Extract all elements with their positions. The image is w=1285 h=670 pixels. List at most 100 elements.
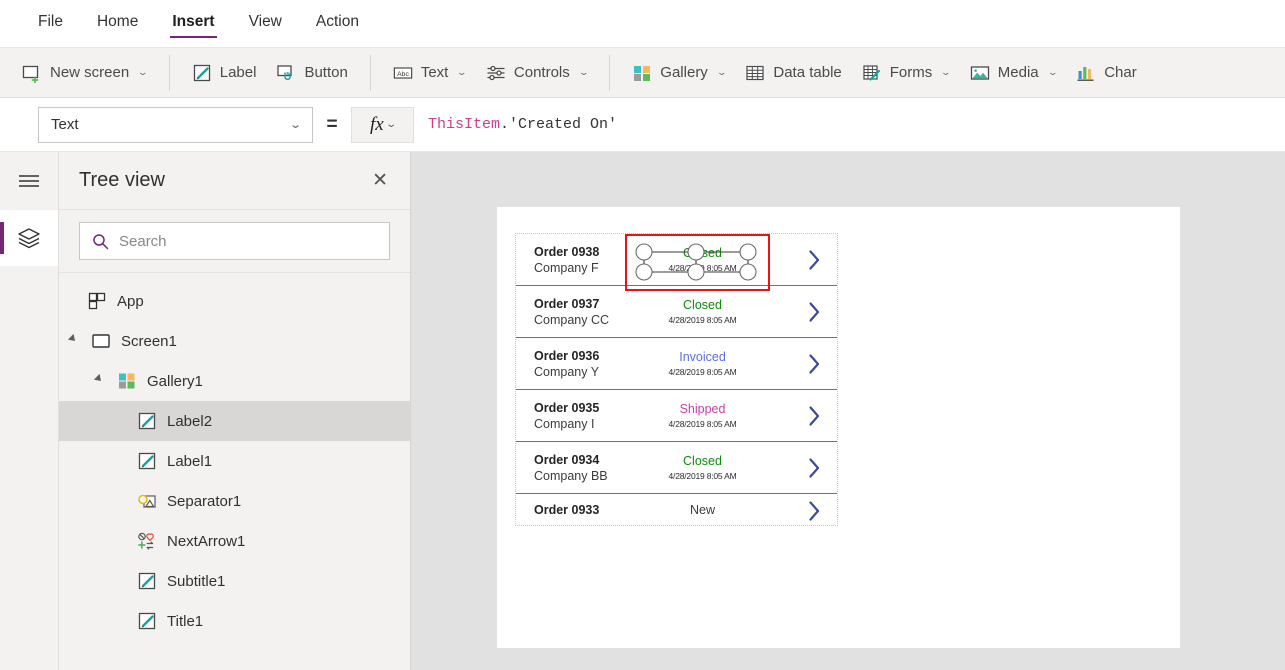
tree-item-subtitle1[interactable]: Subtitle1 [59,561,410,601]
tree-item-separator1[interactable]: Separator1 [59,481,410,521]
gallery-row[interactable]: Order 0938 Company F Closed 4/28/2019 8:… [516,234,837,286]
formula-token-field: .'Created On' [500,116,618,133]
insert-data-table-button[interactable]: Data table [735,58,851,88]
gallery-row-text: Order 0933 [516,500,624,518]
gallery-row-status: Closed 4/28/2019 8:05 AM [624,297,791,327]
menu-item-insert[interactable]: Insert [170,9,217,38]
ribbon-group-inputs: Abc Text ⌄ Controls ⌄ [371,48,609,97]
button-icon [277,64,293,80]
gallery-row-text: Order 0936 Company Y [516,348,624,380]
hamburger-icon [19,175,39,187]
insert-chart-menu[interactable]: Char [1066,58,1147,88]
ribbon-group-data: Gallery ⌄ Data table Forms ⌄ Media ⌄ Cha… [610,48,1158,97]
order-date: 4/28/2019 8:05 AM [668,470,737,481]
gallery-control[interactable]: Order 0938 Company F Closed 4/28/2019 8:… [515,233,838,526]
gallery-row-text: Order 0938 Company F [516,244,624,276]
insert-button-button[interactable]: Button [266,58,357,88]
app-canvas[interactable]: Order 0938 Company F Closed 4/28/2019 8:… [411,152,1285,670]
tree-item-label2[interactable]: Label2 [59,401,410,441]
fx-glyph: fx [369,113,384,135]
insert-label-button[interactable]: Label [182,58,267,88]
tree-item-label1[interactable]: Label1 [59,441,410,481]
media-image-icon [970,65,989,80]
chevron-right-icon [808,249,819,270]
gallery-row-clipped[interactable]: Order 0933 New [516,494,837,524]
gallery-row-status: Invoiced 4/28/2019 8:05 AM [624,349,791,379]
gallery-row-arrow[interactable] [791,496,837,522]
order-company: Company BB [534,468,608,483]
tree-item-gallery1[interactable]: Gallery1 [59,361,410,401]
insert-controls-menu[interactable]: Controls ⌄ [476,58,597,88]
gallery-row[interactable]: Order 0937 Company CC Closed 4/28/2019 8… [516,286,837,338]
rail-tab-tree-view[interactable] [0,210,58,266]
search-placeholder: Search [119,232,167,250]
tree-search-wrapper: Search [59,210,410,273]
gallery-row[interactable]: Order 0935 Company I Shipped 4/28/2019 8… [516,390,837,442]
tree-item-app[interactable]: App [59,281,410,321]
text-abc-icon: Abc [393,66,413,79]
insert-chart-label: Char [1104,64,1137,81]
tree-item-label: NextArrow1 [167,532,246,550]
formula-input[interactable]: ThisItem .'Created On' [414,106,1285,143]
order-company: Company Y [534,364,600,379]
chevron-right-icon [808,405,819,426]
label-icon [138,572,156,590]
gallery-row[interactable]: Order 0936 Company Y Invoiced 4/28/2019 … [516,338,837,390]
insert-data-table-label: Data table [773,64,842,81]
expander-arrow-icon[interactable] [93,373,109,389]
gallery-row-arrow[interactable] [791,249,837,271]
insert-forms-menu[interactable]: Forms ⌄ [852,58,960,88]
powerapps-studio-window: File Home Insert View Action New screen … [0,0,1285,670]
gallery-row-arrow[interactable] [791,457,837,479]
order-title: Order 0933 [534,503,600,517]
chevron-down-icon: ⌄ [384,119,397,130]
ribbon-toolbar: New screen ⌄ Label Button Abc Text ⌄ Con… [0,48,1285,98]
menu-item-home[interactable]: Home [95,9,140,38]
tree-item-screen1[interactable]: Screen1 [59,321,410,361]
gallery-row-text: Order 0935 Company I [516,400,624,432]
gallery-row-text: Order 0934 Company BB [516,452,624,484]
order-date: 4/28/2019 8:05 AM [668,366,737,377]
controls-sliders-icon [487,65,505,80]
insert-gallery-menu[interactable]: Gallery ⌄ [622,58,735,88]
ribbon-group-screens: New screen ⌄ [0,48,169,97]
expander-arrow-icon[interactable] [67,333,83,349]
new-screen-icon [22,65,39,83]
hamburger-menu-button[interactable] [0,152,58,210]
gallery-row-arrow[interactable] [791,405,837,427]
gallery-grid-icon [634,65,651,81]
chevron-down-icon: ⌄ [577,67,590,77]
app-icon [88,292,106,310]
order-title: Order 0938 [534,244,600,259]
gallery-row-arrow[interactable] [791,353,837,375]
insert-label-text: Label [219,64,257,81]
insert-gallery-label: Gallery [660,64,708,81]
insert-text-menu[interactable]: Abc Text ⌄ [383,58,476,88]
menu-item-action[interactable]: Action [314,9,361,38]
close-icon[interactable]: ✕ [372,171,388,190]
insert-media-menu[interactable]: Media ⌄ [960,58,1066,88]
insert-text-label: Text [420,64,449,81]
order-date: 4/28/2019 8:05 AM [668,418,737,429]
tree-list: App Screen1 Gallery1 Label2 Label1 Separ… [59,273,410,641]
order-date: 4/28/2019 8:05 AM [668,314,737,325]
search-input[interactable]: Search [79,222,390,260]
tree-item-nextarrow1[interactable]: NextArrow1 [59,521,410,561]
gallery-row-arrow[interactable] [791,301,837,323]
label-icon [138,412,156,430]
app-screen-preview[interactable]: Order 0938 Company F Closed 4/28/2019 8:… [497,207,1180,648]
chevron-down-icon: ⌄ [456,67,468,77]
gallery-row[interactable]: Order 0934 Company BB Closed 4/28/2019 8… [516,442,837,494]
chevron-down-icon: ⌄ [137,67,149,77]
menu-item-view[interactable]: View [247,9,284,38]
menu-item-file[interactable]: File [36,9,65,38]
fx-button[interactable]: fx ⌄ [351,106,414,143]
insert-media-label: Media [997,64,1039,81]
tree-item-label: App [117,292,144,310]
property-selector[interactable]: Text ⌄ [38,106,313,143]
chevron-down-icon: ⌄ [940,67,952,77]
new-screen-button[interactable]: New screen ⌄ [12,58,157,88]
tree-item-title1[interactable]: Title1 [59,601,410,641]
tree-view-title: Tree view [79,169,165,191]
chevron-down-icon: ⌄ [288,119,302,131]
